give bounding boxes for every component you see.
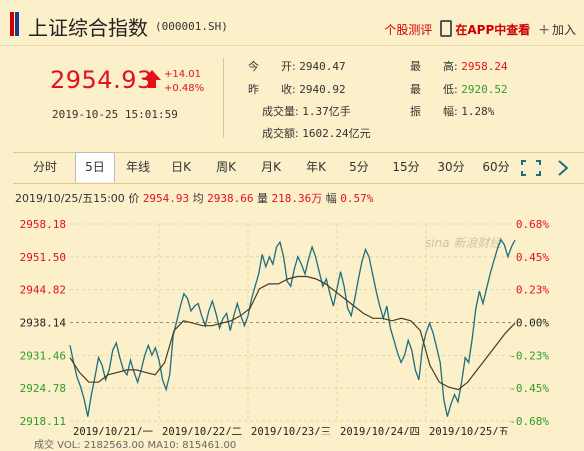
period-tabs: 分时 5日 年线 日K 周K 月K 年K 5分 15分 30分 60分 bbox=[13, 152, 584, 184]
tab-15min[interactable]: 15分 bbox=[386, 153, 426, 182]
header-divider bbox=[0, 45, 584, 46]
change-value: +14.01 bbox=[164, 69, 202, 80]
index-code: (000001.SH) bbox=[155, 20, 228, 33]
info-avg-label: 均 bbox=[192, 192, 204, 205]
average-line bbox=[69, 275, 516, 391]
tab-5day[interactable]: 5日 bbox=[75, 152, 115, 182]
tab-yearly-k[interactable]: 年K bbox=[296, 153, 336, 182]
tab-60min[interactable]: 60分 bbox=[476, 153, 516, 182]
stat-open: 今 开: 2940.47 bbox=[248, 58, 346, 74]
change-percent: +0.48% bbox=[164, 83, 205, 94]
x-tick-label: 2019/10/24/四 bbox=[340, 426, 420, 435]
five-day-chart[interactable]: sina 新浪财经 2958.182951.502944.822938.1429… bbox=[0, 205, 584, 435]
plus-icon: + bbox=[538, 21, 550, 38]
tab-daily-k[interactable]: 日K bbox=[161, 153, 201, 182]
y-tick-right: -0.68% bbox=[509, 415, 549, 428]
y-tick-right: 0.00% bbox=[516, 317, 549, 330]
info-pct: 0.57% bbox=[340, 192, 374, 205]
x-tick-label: 2019/10/21/一 bbox=[73, 426, 154, 435]
x-tick-label: 2019/10/25/五 bbox=[429, 426, 509, 435]
add-label: 加入 bbox=[551, 22, 576, 37]
tab-monthly-k[interactable]: 月K bbox=[251, 153, 291, 182]
y-tick-right: 0.45% bbox=[516, 251, 549, 264]
y-tick-right: 0.23% bbox=[516, 284, 549, 297]
stat-amplitude: 振 幅: 1.28% bbox=[410, 103, 494, 119]
volume-value: 1.37亿手 bbox=[302, 105, 351, 118]
info-price-label: 价 bbox=[128, 192, 140, 205]
high-value: 2958.24 bbox=[461, 60, 508, 73]
prev-close-label: 昨 收: bbox=[248, 83, 296, 96]
info-avg: 2938.66 bbox=[207, 192, 254, 205]
hover-info-line: 2019/10/25/五15:00 价 2954.93 均 2938.66 量 … bbox=[15, 190, 373, 206]
low-label: 最 低: bbox=[410, 83, 458, 96]
fullscreen-icon[interactable] bbox=[519, 158, 543, 178]
y-tick-left: 2918.11 bbox=[20, 415, 66, 428]
tab-weekly-k[interactable]: 周K bbox=[206, 153, 246, 182]
price-change: +14.01 +0.48% bbox=[164, 68, 204, 96]
info-vol: 218.36万 bbox=[271, 192, 323, 205]
x-tick-label: 2019/10/23/三 bbox=[251, 426, 331, 435]
up-arrow-icon bbox=[143, 70, 161, 88]
volume-legend: 成交 VOL: 2182563.00 MA10: 815461.00 bbox=[34, 440, 237, 451]
stat-high: 最 高: 2958.24 bbox=[410, 58, 508, 74]
x-tick-label: 2019/10/22/二 bbox=[162, 426, 242, 435]
chart-grid bbox=[70, 223, 515, 422]
amount-label: 成交额: bbox=[262, 127, 299, 140]
amount-value: 1602.24亿元 bbox=[302, 127, 371, 140]
y-tick-left: 2931.46 bbox=[20, 349, 66, 362]
x-axis: 2019/10/21/一 2019/10/22/二 2019/10/23/三 2019… bbox=[73, 426, 509, 435]
stat-amount: 成交额: 1602.24亿元 bbox=[262, 125, 371, 141]
scroll-right-icon[interactable] bbox=[551, 158, 575, 178]
current-price: 2954.93 bbox=[50, 66, 153, 94]
y-axis-right: 0.68% 0.45% 0.23% 0.00% -0.23% -0.45% -0.68% bbox=[509, 218, 549, 428]
y-tick-left: 2924.78 bbox=[20, 382, 66, 395]
y-axis-left: 2958.18 2951.50 2944.82 2938.14 2931.46 2924.… bbox=[20, 218, 67, 428]
quote-datetime: 2019-10-25 15:01:59 bbox=[52, 108, 178, 121]
top-links: 个股测评 在APP中查看 + 加入 bbox=[384, 20, 576, 38]
chart-lines bbox=[69, 238, 516, 417]
y-tick-left: 2944.82 bbox=[20, 284, 66, 297]
stat-prev-close: 昨 收: 2940.92 bbox=[248, 81, 346, 97]
stock-eval-link[interactable]: 个股测评 bbox=[384, 21, 432, 38]
info-date: 2019/10/25/五15:00 bbox=[15, 192, 125, 205]
open-value: 2940.47 bbox=[299, 60, 346, 73]
phone-icon bbox=[440, 20, 453, 37]
volume-label: 成交量: bbox=[262, 105, 299, 118]
open-label: 今 开: bbox=[248, 60, 296, 73]
tab-30min[interactable]: 30分 bbox=[431, 153, 471, 182]
tab-year-line[interactable]: 年线 bbox=[118, 153, 158, 182]
tab-5min[interactable]: 5分 bbox=[341, 153, 377, 182]
y-tick-left: 2938.14 bbox=[20, 317, 67, 330]
info-price: 2954.93 bbox=[142, 192, 190, 205]
prev-close-value: 2940.92 bbox=[299, 83, 346, 96]
app-view-label: 在APP中查看 bbox=[455, 23, 531, 37]
low-value: 2920.52 bbox=[461, 83, 508, 96]
info-vol-label: 量 bbox=[257, 192, 269, 205]
y-tick-left: 2951.50 bbox=[20, 251, 66, 264]
high-label: 最 高: bbox=[410, 60, 458, 73]
tab-intraday[interactable]: 分时 bbox=[23, 153, 67, 182]
index-title: 上证综合指数 bbox=[28, 16, 148, 40]
amplitude-value: 1.28% bbox=[461, 105, 495, 118]
flag-icon bbox=[10, 12, 20, 36]
vertical-divider bbox=[223, 58, 224, 138]
y-tick-left: 2958.18 bbox=[20, 218, 66, 231]
add-link[interactable]: + 加入 bbox=[538, 21, 576, 38]
y-tick-right: -0.23% bbox=[509, 349, 549, 362]
app-view-link[interactable]: 在APP中查看 bbox=[440, 20, 530, 38]
y-tick-right: 0.68% bbox=[516, 218, 549, 231]
y-tick-right: -0.45% bbox=[509, 382, 549, 395]
stat-volume: 成交量: 1.37亿手 bbox=[262, 103, 351, 119]
amplitude-label: 振 幅: bbox=[410, 105, 458, 118]
watermark: sina 新浪财经 bbox=[425, 236, 503, 250]
top-bar: 上证综合指数 (000001.SH) 个股测评 在APP中查看 + 加入 bbox=[0, 0, 584, 44]
stat-low: 最 低: 2920.52 bbox=[410, 81, 508, 97]
price-line bbox=[69, 238, 516, 417]
info-pct-label: 幅 bbox=[325, 192, 337, 205]
